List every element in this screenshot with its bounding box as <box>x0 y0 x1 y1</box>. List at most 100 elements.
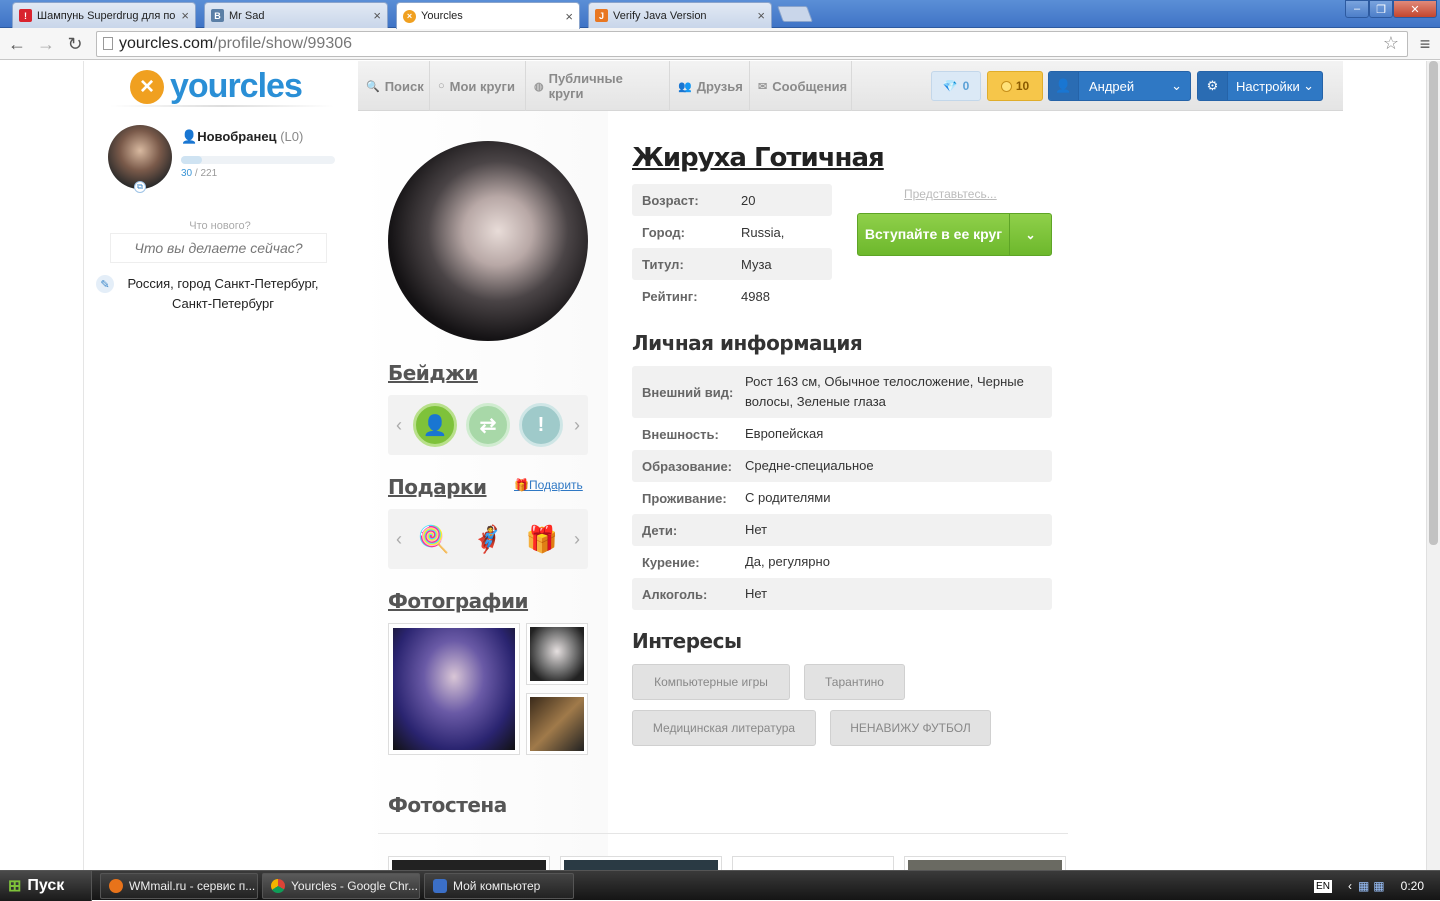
nav-my-circles[interactable]: ○ Мои круги <box>430 61 526 111</box>
nav-messages[interactable]: ✉ Сообщения <box>750 61 852 111</box>
change-avatar-icon[interactable]: ⧉ <box>134 181 146 193</box>
stat-value: Russia, <box>741 224 785 240</box>
user-menu[interactable]: 👤 Андрей ⌄ <box>1048 71 1191 101</box>
new-tab-button[interactable] <box>777 6 813 22</box>
chevron-down-icon: ⌄ <box>1303 78 1314 93</box>
my-avatar[interactable] <box>108 125 172 189</box>
close-tab-icon[interactable]: × <box>565 9 573 24</box>
stat-row: Город: Russia, <box>632 216 832 248</box>
taskbar-item-my-computer[interactable]: Мой компьютер <box>424 873 574 899</box>
photowall-thumb[interactable] <box>560 856 722 870</box>
badge-repeat-icon[interactable]: ⇄ <box>466 403 510 447</box>
mail-icon: ✉ <box>758 80 768 93</box>
settings-menu[interactable]: ⚙ Настройки ⌄ <box>1197 71 1323 101</box>
photo-thumb[interactable] <box>388 623 520 755</box>
edit-pencil-icon[interactable]: ✎ <box>96 275 114 293</box>
browser-tab-4[interactable]: J Verify Java Version × <box>588 2 772 28</box>
back-icon[interactable]: ← <box>6 33 28 55</box>
interest-tag[interactable]: НЕНАВИЖУ ФУТБОЛ <box>830 710 991 746</box>
carousel-prev-icon[interactable]: ‹ <box>394 415 404 436</box>
site-logo[interactable]: × yourcles <box>130 67 303 106</box>
logo-text: yourcles <box>170 67 303 105</box>
scrollbar-thumb[interactable] <box>1429 61 1438 545</box>
address-bar[interactable]: yourcles.com/profile/show/99306 ☆ <box>96 31 1408 57</box>
chevron-down-icon[interactable]: ⌄ <box>1010 228 1051 242</box>
browser-tab-1[interactable]: ! Шампунь Superdrug для по × <box>12 2 196 28</box>
tray-expand-icon[interactable]: ‹ <box>1348 879 1352 893</box>
gifts-title[interactable]: Подарки <box>388 475 487 499</box>
photowall-thumb[interactable] <box>388 856 550 870</box>
carousel-next-icon[interactable]: › <box>572 529 582 550</box>
taskbar-item-chrome[interactable]: Yourcles - Google Chr... <box>262 873 420 899</box>
status-input[interactable]: Что вы делаете сейчас? <box>110 233 327 263</box>
minimize-button[interactable]: – <box>1345 0 1369 18</box>
profile-photo[interactable] <box>388 141 588 341</box>
nav-friends[interactable]: 👥 Друзья <box>670 61 750 111</box>
browser-toolbar: ← → ↻ yourcles.com/profile/show/99306 ☆ … <box>0 28 1440 60</box>
gift-box-icon[interactable]: 🎁 <box>518 515 566 563</box>
interest-tag[interactable]: Компьютерные игры <box>632 664 790 700</box>
photos-title[interactable]: Фотографии <box>388 589 529 613</box>
taskbar-item-label: WMmail.ru - сервис п... <box>129 879 256 893</box>
nav-label: Друзья <box>696 78 743 94</box>
close-tab-icon[interactable]: × <box>181 8 189 23</box>
start-button[interactable]: ⊞ Пуск <box>0 871 92 901</box>
xp-progress-bar <box>181 156 335 164</box>
close-window-button[interactable]: ✕ <box>1393 0 1437 18</box>
join-circle-button[interactable]: Вступайте в ее круг ⌄ <box>857 213 1052 256</box>
give-gift-link[interactable]: 🎁Подарить <box>514 478 583 492</box>
language-indicator[interactable]: EN <box>1314 879 1332 893</box>
gems-counter[interactable]: 💎 0 <box>931 71 981 101</box>
carousel-next-icon[interactable]: › <box>572 415 582 436</box>
reload-icon[interactable]: ↻ <box>64 33 86 55</box>
profile-name[interactable]: Жируха Готичная <box>632 143 885 173</box>
forward-icon[interactable]: → <box>35 33 57 55</box>
personal-row: Дети: Нет <box>632 514 1052 546</box>
stat-row: Возраст: 20 <box>632 184 832 216</box>
personal-info-title: Личная информация <box>632 331 863 355</box>
browser-tabstrip: ! Шампунь Superdrug для по × В Mr Sad × … <box>0 0 1440 29</box>
xp-counter: 30 / 221 <box>181 168 217 179</box>
carousel-prev-icon[interactable]: ‹ <box>394 529 404 550</box>
nav-public-circles[interactable]: ◍ Публичные круги <box>526 61 670 111</box>
photo-thumb[interactable] <box>526 623 588 685</box>
tab-title: Шампунь Superdrug для по <box>37 9 176 22</box>
taskbar-item-firefox[interactable]: WMmail.ru - сервис п... <box>100 873 258 899</box>
clock[interactable]: 0:20 <box>1401 879 1424 893</box>
introduce-link[interactable]: Представьтесь... <box>904 187 997 201</box>
network-icon[interactable]: ▦ <box>1373 879 1384 893</box>
photowall-thumb[interactable] <box>904 856 1066 870</box>
firefox-icon <box>109 879 123 893</box>
personal-row: Образование: Средне-специальное <box>632 450 1052 482</box>
personal-row: Курение: Да, регулярно <box>632 546 1052 578</box>
interest-tag[interactable]: Медицинская литература <box>632 710 816 746</box>
gift-lollipop-icon[interactable]: 🍭 <box>410 515 458 563</box>
stat-value: 20 <box>741 192 756 208</box>
stat-key: Рейтинг: <box>642 288 698 304</box>
browser-tab-2[interactable]: В Mr Sad × <box>204 2 388 28</box>
user-name: Андрей <box>1089 78 1135 94</box>
friends-icon: 👥 <box>678 80 692 93</box>
bookmark-star-icon[interactable]: ☆ <box>1383 33 1399 54</box>
close-tab-icon[interactable]: × <box>373 8 381 23</box>
badge-alert-icon[interactable]: ! <box>519 403 563 447</box>
menu-icon[interactable]: ≡ <box>1414 33 1436 55</box>
coins-counter[interactable]: 10 <box>987 71 1043 101</box>
badges-title[interactable]: Бейджи <box>388 361 478 385</box>
personal-row: Алкоголь: Нет <box>632 578 1052 610</box>
personal-value: Средне-специальное <box>745 458 874 473</box>
close-tab-icon[interactable]: × <box>757 8 765 23</box>
nav-search[interactable]: 🔍 Поиск <box>358 61 430 111</box>
browser-tab-3-active[interactable]: × Yourcles × <box>396 2 580 29</box>
circle-icon: ○ <box>438 80 445 92</box>
tab-title: Verify Java Version <box>613 9 707 22</box>
photowall-thumb[interactable] <box>732 856 894 870</box>
interest-tag[interactable]: Тарантино <box>804 664 905 700</box>
restore-button[interactable]: ❐ <box>1369 0 1393 18</box>
xp-current: 30 <box>181 168 193 179</box>
badge-user-icon[interactable]: 👤 <box>413 403 457 447</box>
gift-superhero-icon[interactable]: 🦸 <box>464 515 512 563</box>
network-icon[interactable]: ▦ <box>1358 879 1369 893</box>
photo-thumb[interactable] <box>526 693 588 755</box>
page-scrollbar[interactable] <box>1426 61 1440 870</box>
